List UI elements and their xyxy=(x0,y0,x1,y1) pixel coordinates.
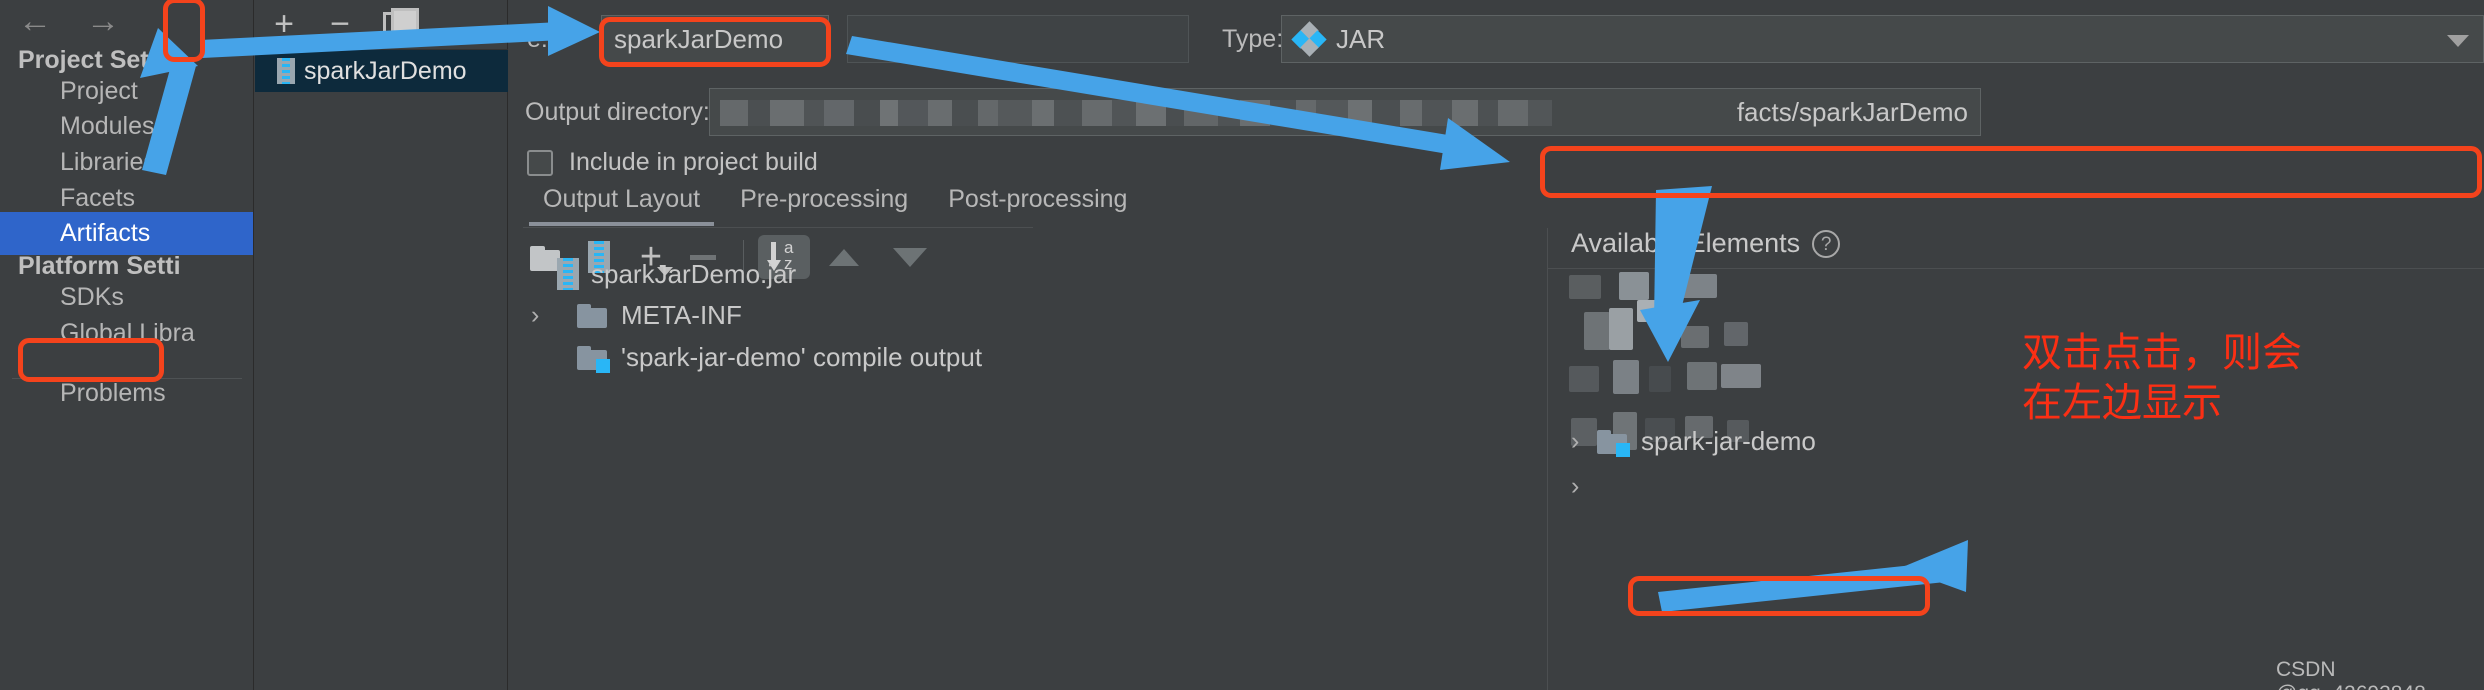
settings-sidebar: ← → Project Settin Project Modules Libra… xyxy=(0,0,254,690)
tab-label: Post-processing xyxy=(948,185,1128,213)
output-directory-input[interactable]: facts/sparkJarDemo xyxy=(709,88,1981,136)
chevron-down-icon[interactable] xyxy=(2447,35,2469,47)
archive-icon xyxy=(557,258,579,290)
panel-divider xyxy=(1547,228,1548,690)
jar-artifact-icon xyxy=(1291,21,1327,57)
available-elements-separator xyxy=(1547,268,2484,269)
arrow-up-icon xyxy=(829,248,859,266)
artifact-list-item[interactable]: sparkJarDemo xyxy=(255,50,508,92)
artifact-name-label: sparkJarDemo xyxy=(304,56,467,85)
name-label: e: xyxy=(527,25,548,53)
copy-artifact-button[interactable] xyxy=(379,7,419,42)
type-label: Type: xyxy=(1222,25,1284,53)
tree-row[interactable]: › META-INF xyxy=(531,300,742,331)
tab-post-processing[interactable]: Post-processing xyxy=(928,185,1147,226)
sidebar-item-global-libraries[interactable]: Global Libra xyxy=(0,312,253,355)
include-in-build-row[interactable]: Include in project build xyxy=(527,148,818,177)
tab-output-layout[interactable]: Output Layout xyxy=(523,185,720,226)
back-arrow-icon[interactable]: ← xyxy=(18,4,52,38)
sidebar-item-label: Global Libra xyxy=(60,319,195,347)
artifact-name-input-extension[interactable] xyxy=(847,15,1189,63)
artifact-type-value: JAR xyxy=(1336,23,1386,54)
include-in-build-label: Include in project build xyxy=(569,148,818,176)
plus-icon: + xyxy=(274,4,294,43)
help-icon[interactable]: ? xyxy=(1812,229,1841,258)
tree-row-label: META-INF xyxy=(621,300,742,330)
artifacts-list-panel: + − sparkJarDemo xyxy=(255,0,508,690)
tree-chevron[interactable]: › xyxy=(1571,472,1597,501)
sidebar-item-label: Problems xyxy=(60,379,166,407)
available-elements-title: Available Elements ? xyxy=(1571,228,1841,259)
add-artifact-button[interactable]: + xyxy=(267,4,301,43)
tree-row-label: sparkJarDemo.jar xyxy=(591,258,797,289)
output-directory-value: facts/sparkJarDemo xyxy=(1736,96,1968,127)
navigation-arrows: ← → xyxy=(18,4,120,38)
tab-label: Pre-processing xyxy=(740,185,909,213)
sidebar-item-label: Artifacts xyxy=(60,219,151,247)
available-tree-row[interactable]: › spark-jar-demo xyxy=(1571,426,1816,457)
sidebar-item-problems[interactable]: Problems xyxy=(0,372,253,415)
move-up-button[interactable] xyxy=(818,235,870,279)
available-tree-row-label: spark-jar-demo xyxy=(1641,426,1816,456)
move-down-button[interactable] xyxy=(884,235,936,279)
jar-icon xyxy=(277,58,295,84)
artifact-name-input[interactable]: sparkJarDemo xyxy=(601,15,829,63)
artifact-tabs: Output Layout Pre-processing Post-proces… xyxy=(523,185,1147,226)
redacted-path-mosaic xyxy=(720,100,1552,126)
available-tree-row[interactable]: › xyxy=(1571,472,1597,501)
module-output-icon xyxy=(577,345,610,373)
sidebar-item-label: Modules xyxy=(60,112,155,140)
available-elements-label: Available Elements xyxy=(1571,228,1801,258)
sidebar-item-label: Project xyxy=(60,77,138,105)
sidebar-item-label: Libraries xyxy=(60,148,156,176)
tab-label: Output Layout xyxy=(543,185,701,213)
forward-arrow-icon[interactable]: → xyxy=(86,4,120,38)
folder-icon xyxy=(577,303,609,328)
copy-icon xyxy=(383,7,419,40)
tab-underline xyxy=(523,227,1033,228)
arrow-down-icon xyxy=(893,247,927,267)
tree-chevron[interactable]: › xyxy=(1571,427,1597,456)
artifact-type-select[interactable]: JAR xyxy=(1281,15,2484,63)
tab-pre-processing[interactable]: Pre-processing xyxy=(720,185,928,226)
artifacts-toolbar: + − xyxy=(255,0,508,50)
remove-artifact-button[interactable]: − xyxy=(323,4,357,43)
artifact-name-value: sparkJarDemo xyxy=(614,23,784,54)
sidebar-item-label: SDKs xyxy=(60,283,124,311)
tree-chevron[interactable]: › xyxy=(531,301,557,330)
include-in-build-checkbox[interactable] xyxy=(527,149,553,176)
sidebar-item-label: Facets xyxy=(60,184,136,212)
output-directory-label: Output directory: xyxy=(525,98,710,126)
tree-row[interactable]: sparkJarDemo.jar xyxy=(531,258,796,290)
module-output-icon xyxy=(1597,429,1630,457)
minus-icon: − xyxy=(330,4,350,43)
tree-row-label: 'spark-jar-demo' compile output xyxy=(621,342,983,372)
artifact-detail-panel: e: sparkJarDemo Type: JAR Output directo… xyxy=(509,0,2484,690)
sidebar-item-artifacts[interactable]: Artifacts xyxy=(0,212,253,255)
tree-row[interactable]: 'spark-jar-demo' compile output xyxy=(531,342,982,373)
